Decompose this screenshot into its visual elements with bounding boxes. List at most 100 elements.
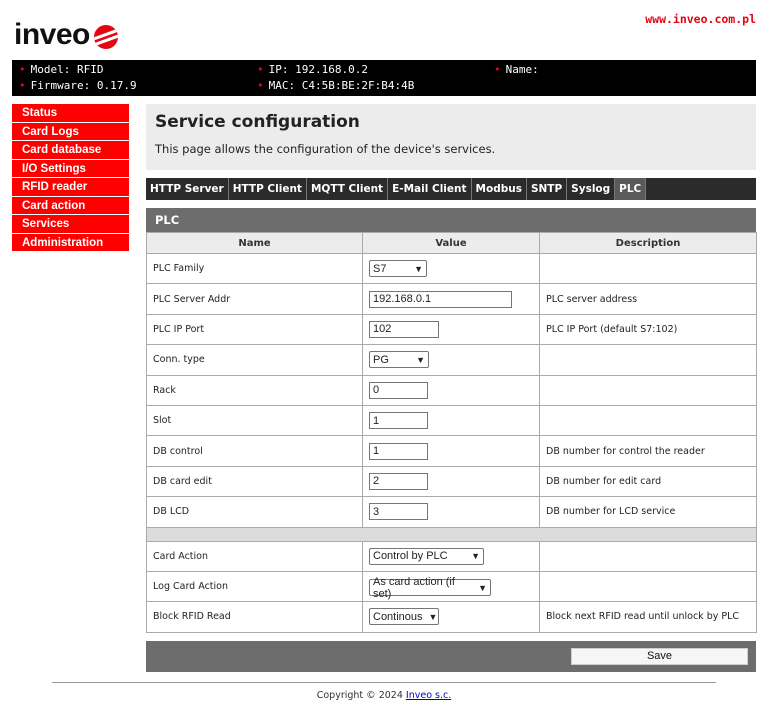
table-row: Block RFID Read Continous ▼ Block next RF… <box>146 601 757 633</box>
table-row: PLC Server Addr 192.168.0.1 PLC server a… <box>146 283 757 315</box>
row-label: Block RFID Read <box>146 601 363 633</box>
row-label: DB control <box>146 435 363 467</box>
ip-info: • IP: 192.168.0.2 <box>257 63 368 76</box>
table-row: DB control 1 DB number for control the r… <box>146 435 757 467</box>
row-description <box>539 344 757 376</box>
page-title: Service configuration <box>155 112 360 132</box>
table-separator-row <box>146 526 757 542</box>
logo: inveo <box>14 18 118 52</box>
row-description <box>539 404 757 437</box>
firmware-info: • Firmware: 0.17.9 <box>19 79 137 92</box>
chevron-down-icon: ▼ <box>416 354 425 365</box>
section-header: PLC <box>146 208 756 232</box>
table-row: DB card edit 2 DB number for edit card <box>146 465 757 498</box>
mac-info: • MAC: C4:5B:BE:2F:B4:4B <box>257 79 415 92</box>
row-label: PLC IP Port <box>146 313 363 346</box>
row-description: DB number for edit card <box>539 465 757 498</box>
sidebar-item-rfid-reader[interactable]: RFID reader <box>12 178 129 197</box>
row-label: PLC Family <box>146 252 363 285</box>
logo-text: inveo <box>14 18 90 51</box>
page-description: This page allows the configuration of th… <box>155 142 496 156</box>
row-description: DB number for control the reader <box>539 435 757 467</box>
form-footer-bar: Save <box>146 640 756 672</box>
row-label: DB LCD <box>146 496 363 528</box>
row-description: Block next RFID read until unlock by PLC <box>539 601 757 633</box>
row-label: Conn. type <box>146 344 363 376</box>
copyright: Copyright © 2024 Inveo s.c. <box>316 690 452 701</box>
table-row: Rack 0 <box>146 374 757 406</box>
table-row: Log Card Action As card action (if set) ▼ <box>146 570 757 603</box>
row-label: PLC Server Addr <box>146 283 363 315</box>
chevron-down-icon: ▼ <box>414 263 423 274</box>
row-label: Card Action <box>146 540 363 572</box>
bullet-icon: • <box>19 79 26 92</box>
service-tabs: HTTP Server HTTP Client MQTT Client E-Ma… <box>146 178 756 200</box>
bullet-icon: • <box>19 63 26 76</box>
table-row: Card Action Control by PLC ▼ <box>146 540 757 572</box>
sidebar-nav: Status Card Logs Card database I/O Setti… <box>12 104 129 252</box>
sidebar-item-status[interactable]: Status <box>12 104 129 123</box>
company-link[interactable]: Inveo s.c. <box>406 690 451 701</box>
column-header-description: Description <box>539 232 757 254</box>
table-row: DB LCD 3 DB number for LCD service <box>146 496 757 528</box>
db-control-input[interactable]: 1 <box>369 442 428 460</box>
log-card-action-select[interactable]: As card action (if set) ▼ <box>369 576 491 600</box>
sidebar-item-card-database[interactable]: Card database <box>12 141 129 160</box>
tab-plc[interactable]: PLC <box>615 178 647 200</box>
chevron-down-icon: ▼ <box>471 551 480 562</box>
sidebar-item-io-settings[interactable]: I/O Settings <box>12 159 129 178</box>
tab-mqtt-client[interactable]: MQTT Client <box>307 178 389 200</box>
tab-email-client[interactable]: E-Mail Client <box>388 178 472 200</box>
footer-divider <box>52 682 716 683</box>
sidebar-item-services[interactable]: Services <box>12 215 129 234</box>
row-description <box>539 374 757 406</box>
sidebar-item-administration[interactable]: Administration <box>12 233 129 252</box>
row-label: Rack <box>146 374 363 406</box>
chevron-down-icon: ▼ <box>478 582 487 593</box>
column-header-value: Value <box>362 232 540 254</box>
row-label: Log Card Action <box>146 570 363 603</box>
card-action-select[interactable]: Control by PLC ▼ <box>369 547 484 565</box>
db-lcd-input[interactable]: 3 <box>369 503 428 521</box>
bullet-icon: • <box>257 79 264 92</box>
plc-config-table: Name Value Description PLC Family S7 ▼ PL… <box>146 232 757 633</box>
table-row: PLC IP Port 102 PLC IP Port (default S7:… <box>146 313 757 346</box>
table-row: Slot 1 <box>146 404 757 437</box>
device-info-bar: • Model: RFID • Firmware: 0.17.9 • IP: 192.… <box>12 60 756 96</box>
bullet-icon: • <box>494 63 501 76</box>
column-header-name: Name <box>146 232 363 254</box>
plc-family-select[interactable]: S7 ▼ <box>369 260 427 278</box>
sidebar-item-card-action[interactable]: Card action <box>12 196 129 215</box>
chevron-down-icon: ▼ <box>428 611 438 622</box>
model-info: • Model: RFID <box>19 63 104 76</box>
conn-type-select[interactable]: PG ▼ <box>369 351 429 369</box>
tab-sntp[interactable]: SNTP <box>527 178 568 200</box>
tab-modbus[interactable]: Modbus <box>472 178 527 200</box>
logo-mark-icon <box>93 25 118 49</box>
name-info: • Name: <box>494 63 539 76</box>
row-description <box>539 252 757 285</box>
tab-http-client[interactable]: HTTP Client <box>229 178 307 200</box>
row-label: DB card edit <box>146 465 363 498</box>
block-rfid-read-select[interactable]: Continous ▼ <box>369 608 439 626</box>
row-description <box>539 540 757 572</box>
tab-syslog[interactable]: Syslog <box>567 178 616 200</box>
table-row: PLC Family S7 ▼ <box>146 252 757 285</box>
bullet-icon: • <box>257 63 264 76</box>
slot-input[interactable]: 1 <box>369 412 428 430</box>
site-link[interactable]: www.inveo.com.pl <box>645 12 756 26</box>
row-description: DB number for LCD service <box>539 496 757 528</box>
save-button[interactable]: Save <box>571 647 748 665</box>
title-box: Service configuration This page allows t… <box>146 104 756 170</box>
plc-server-addr-input[interactable]: 192.168.0.1 <box>369 290 512 308</box>
table-header-row: Name Value Description <box>146 232 757 254</box>
sidebar-item-card-logs[interactable]: Card Logs <box>12 122 129 141</box>
row-label: Slot <box>146 404 363 437</box>
row-description <box>539 570 757 603</box>
plc-ip-port-input[interactable]: 102 <box>369 320 439 338</box>
db-card-edit-input[interactable]: 2 <box>369 472 428 490</box>
row-description: PLC IP Port (default S7:102) <box>539 313 757 346</box>
rack-input[interactable]: 0 <box>369 381 428 399</box>
tab-http-server[interactable]: HTTP Server <box>146 178 229 200</box>
row-description: PLC server address <box>539 283 757 315</box>
